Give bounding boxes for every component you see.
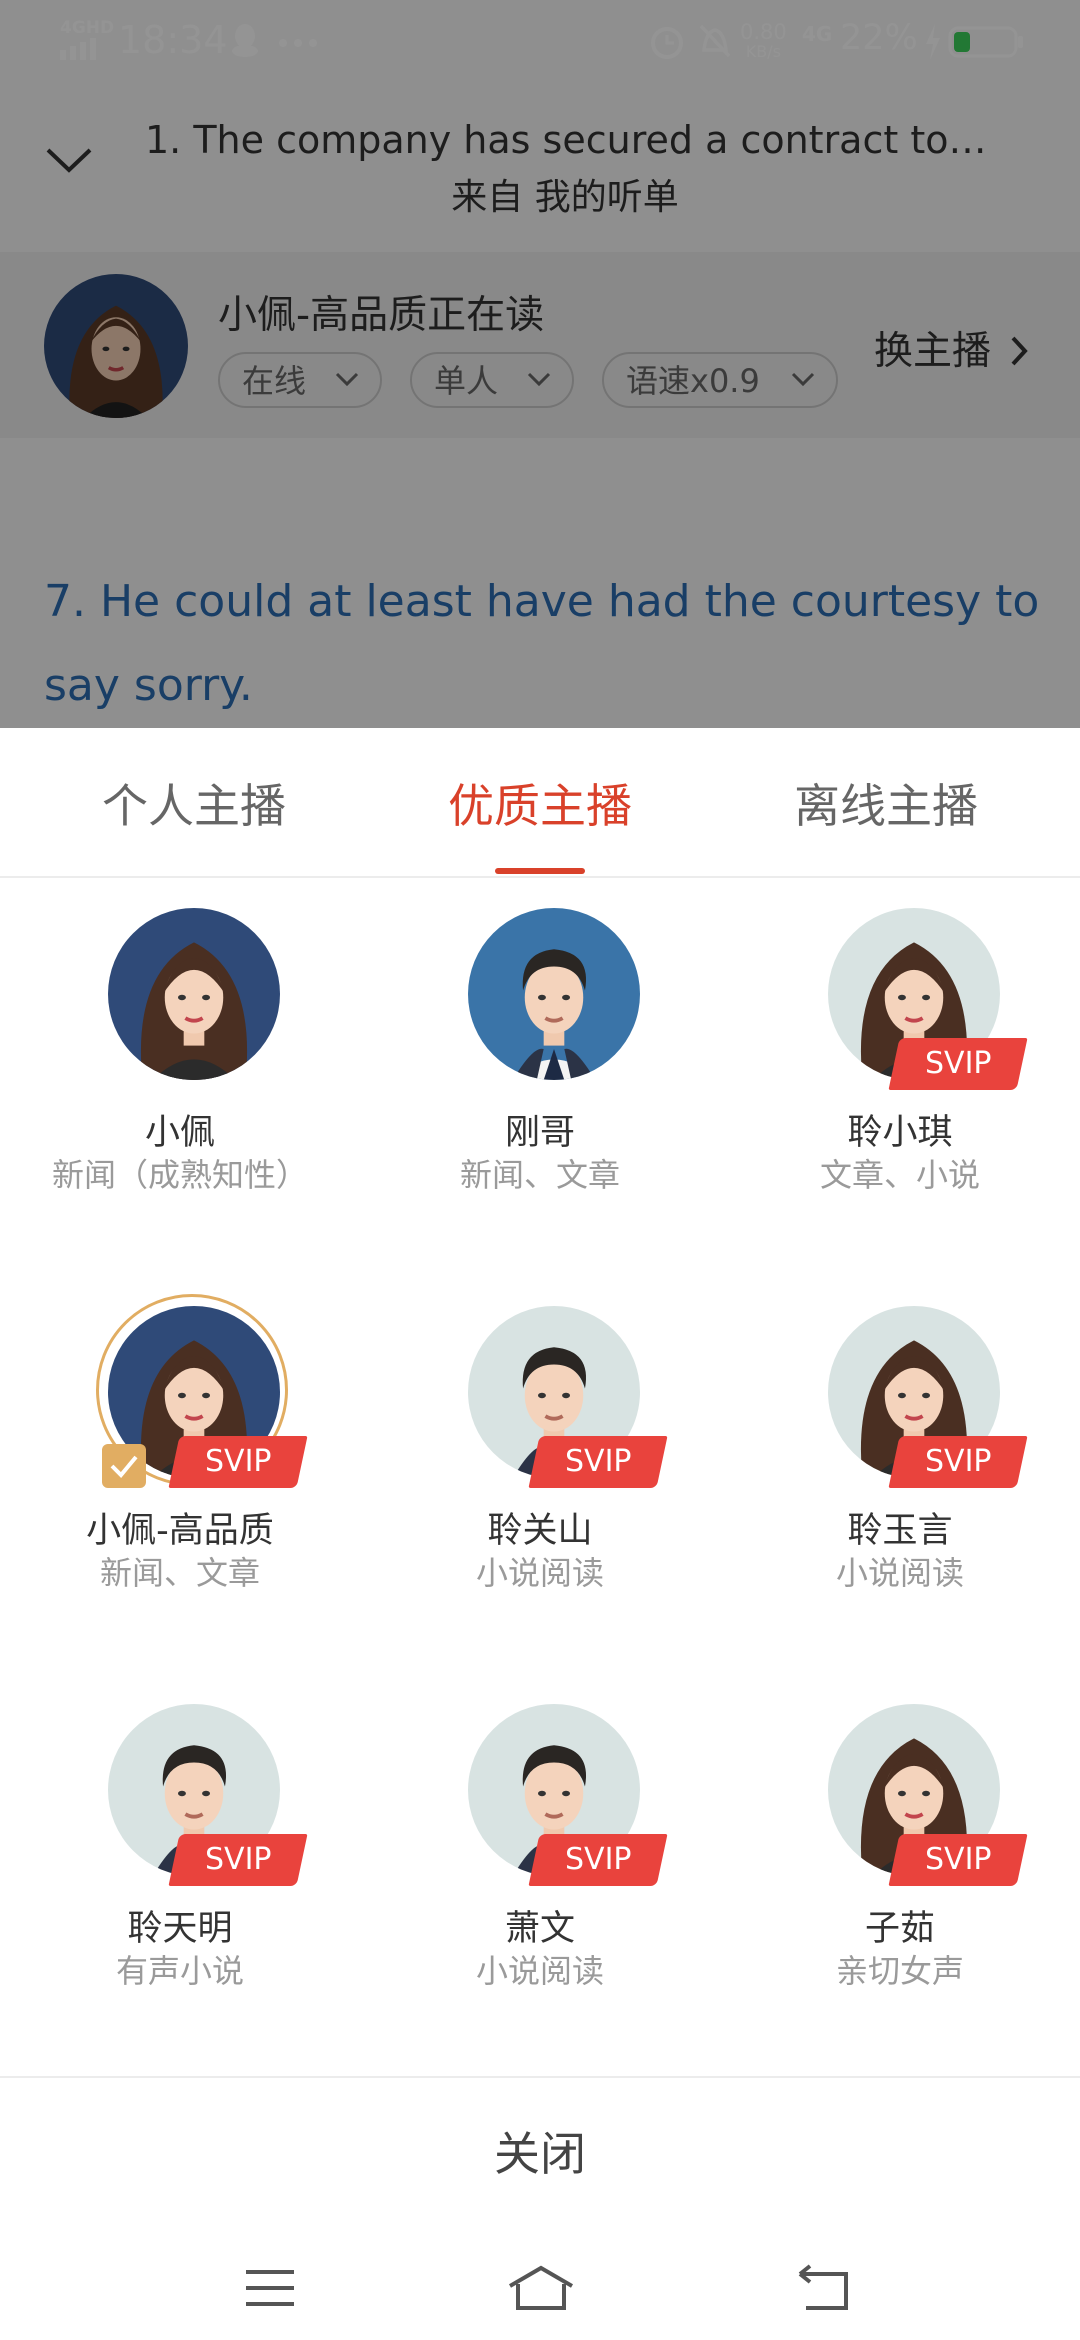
anchor-item[interactable]: SVIP 萧文 小说阅读 bbox=[360, 1674, 720, 2072]
anchor-description: 亲切女声 bbox=[835, 1952, 964, 1990]
anchor-avatar-wrap: SVIP bbox=[468, 1306, 668, 1488]
anchor-item[interactable]: SVIP 聆天明 有声小说 bbox=[0, 1674, 360, 2072]
anchor-description: 小说阅读 bbox=[475, 1952, 604, 1990]
anchor-avatar-wrap: SVIP bbox=[108, 1704, 308, 1886]
anchor-name: 子茹 bbox=[864, 1909, 935, 1949]
anchor-name: 聆玉言 bbox=[847, 1511, 953, 1551]
close-divider bbox=[0, 2076, 1080, 2078]
anchor-avatar-wrap: SVIP bbox=[828, 1306, 1028, 1488]
anchor-name: 小佩-高品质 bbox=[86, 1511, 274, 1551]
close-button[interactable]: 关闭 bbox=[0, 2118, 1080, 2184]
tab-indicator bbox=[495, 868, 585, 874]
system-nav-bar bbox=[0, 2220, 1080, 2340]
anchor-description: 新闻（成熟知性） bbox=[51, 1156, 308, 1194]
back-icon[interactable] bbox=[796, 2264, 852, 2312]
tab-offline[interactable]: 离线主播 bbox=[736, 770, 1036, 836]
anchor-description: 有声小说 bbox=[115, 1952, 244, 1990]
anchor-name: 小佩 bbox=[144, 1113, 215, 1153]
modal-overlay[interactable] bbox=[0, 0, 1080, 728]
anchor-item[interactable]: SVIP 聆关山 小说阅读 bbox=[360, 1276, 720, 1674]
svip-badge: SVIP bbox=[528, 1436, 668, 1488]
anchor-description: 小说阅读 bbox=[835, 1554, 964, 1592]
svip-badge: SVIP bbox=[888, 1834, 1028, 1886]
anchor-name: 聆小琪 bbox=[847, 1113, 953, 1153]
anchor-item[interactable]: SVIP 子茹 亲切女声 bbox=[720, 1674, 1080, 2072]
menu-icon[interactable] bbox=[244, 2268, 296, 2308]
anchor-avatar-wrap bbox=[108, 908, 280, 1080]
anchor-name: 聆天明 bbox=[127, 1909, 233, 1949]
anchor-item[interactable]: 刚哥 新闻、文章 bbox=[360, 878, 720, 1276]
svip-badge: SVIP bbox=[888, 1436, 1028, 1488]
anchor-name: 刚哥 bbox=[504, 1113, 575, 1153]
anchor-item[interactable]: SVIP 聆玉言 小说阅读 bbox=[720, 1276, 1080, 1674]
check-icon bbox=[102, 1444, 146, 1488]
anchor-avatar-wrap: SVIP bbox=[96, 1294, 308, 1488]
anchor-description: 文章、小说 bbox=[819, 1156, 980, 1194]
tab-premium[interactable]: 优质主播 bbox=[390, 770, 690, 836]
anchor-name: 聆关山 bbox=[487, 1511, 593, 1551]
anchor-avatar-wrap: SVIP bbox=[468, 1704, 668, 1886]
home-icon[interactable] bbox=[506, 2264, 576, 2312]
svip-badge: SVIP bbox=[168, 1834, 308, 1886]
anchor-name: 萧文 bbox=[504, 1909, 575, 1949]
svip-badge: SVIP bbox=[528, 1834, 668, 1886]
svip-badge: SVIP bbox=[168, 1436, 308, 1488]
anchor-avatar-wrap bbox=[468, 908, 640, 1080]
anchor-description: 新闻、文章 bbox=[459, 1156, 620, 1194]
anchor-item[interactable]: 小佩 新闻（成熟知性） bbox=[0, 878, 360, 1276]
tab-personal[interactable]: 个人主播 bbox=[44, 770, 344, 836]
anchor-avatar-wrap: SVIP bbox=[828, 908, 1028, 1090]
anchor-item[interactable]: SVIP 小佩-高品质 新闻、文章 bbox=[0, 1276, 360, 1674]
anchor-description: 新闻、文章 bbox=[99, 1554, 260, 1592]
avatar bbox=[468, 908, 640, 1080]
svip-badge: SVIP bbox=[888, 1038, 1028, 1090]
anchor-item[interactable]: SVIP 聆小琪 文章、小说 bbox=[720, 878, 1080, 1276]
anchor-avatar-wrap: SVIP bbox=[828, 1704, 1028, 1886]
avatar bbox=[108, 908, 280, 1080]
anchor-description: 小说阅读 bbox=[475, 1554, 604, 1592]
